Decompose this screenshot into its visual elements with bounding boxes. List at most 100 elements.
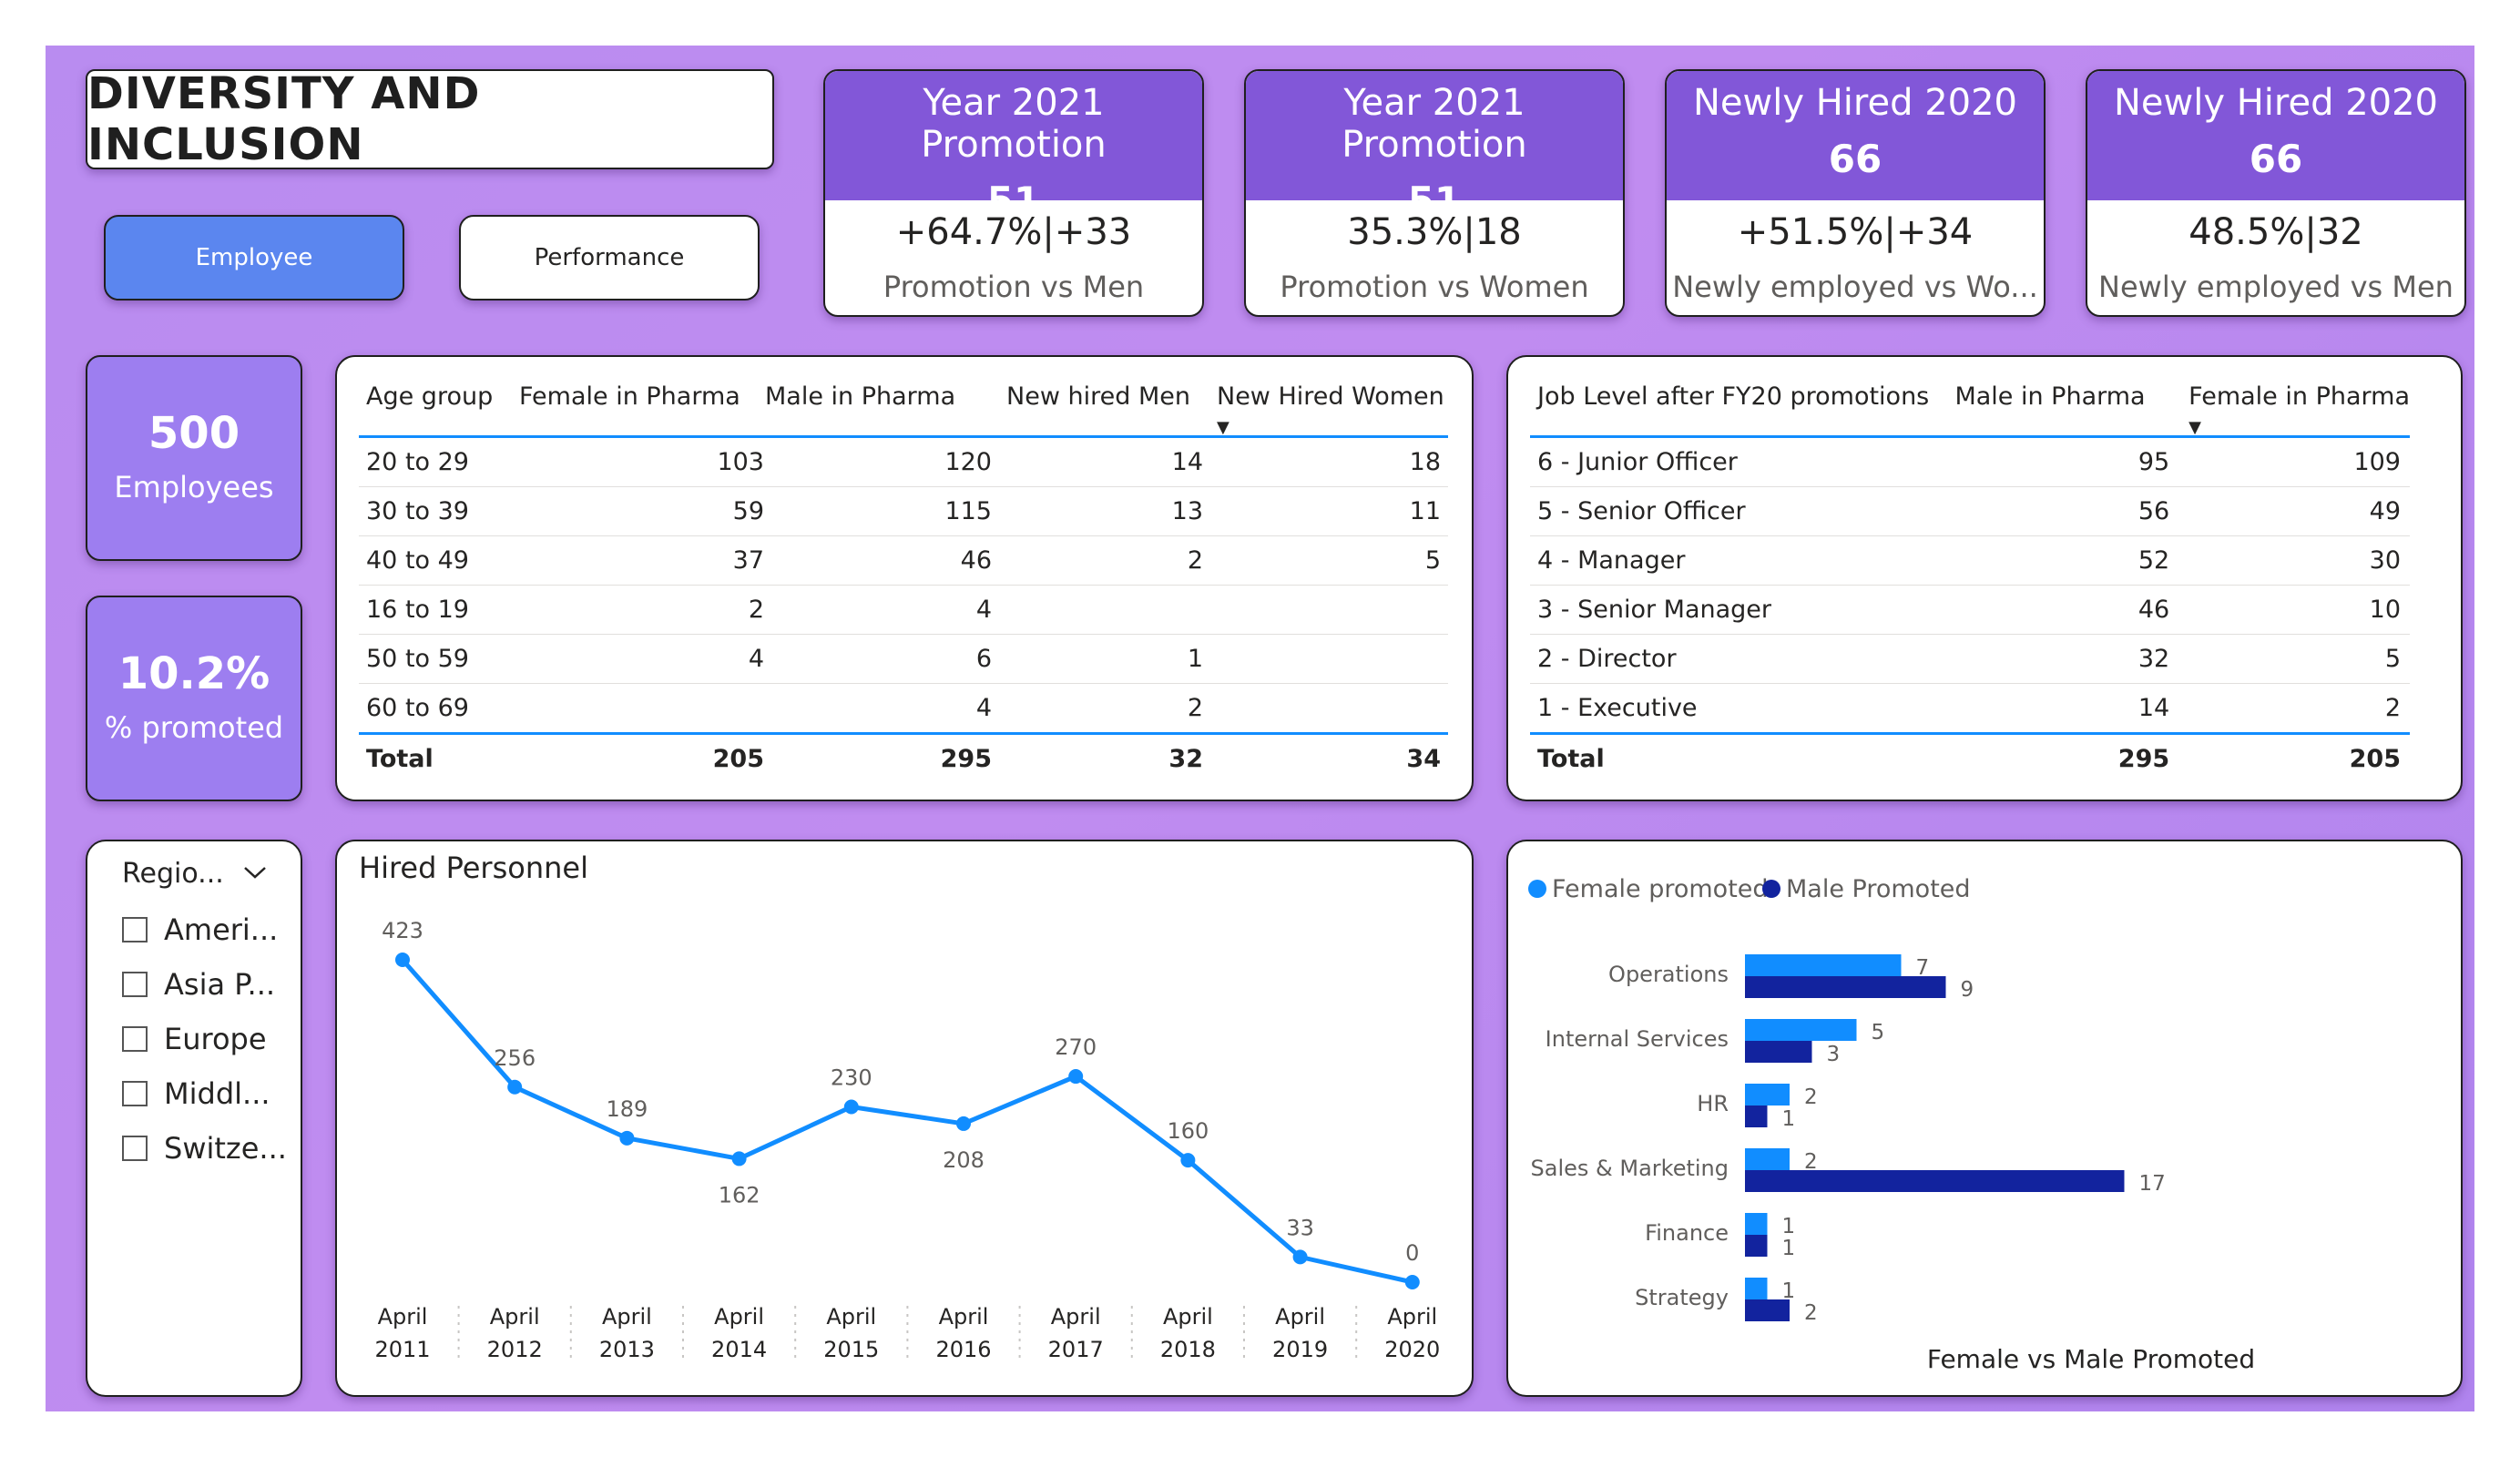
col-header-new-hired-men[interactable]: New hired Men (993, 382, 1204, 438)
legend-label[interactable]: Female promoted (1552, 875, 1769, 903)
table-row: 60 to 69 4 2 (359, 683, 1448, 734)
data-label: 270 (1055, 1034, 1097, 1060)
x-tick-label: April (490, 1304, 540, 1330)
kpi-title: Year 2021 Promotion (1342, 82, 1527, 166)
cell-age-group: 40 to 49 (359, 535, 519, 586)
bar-male[interactable] (1745, 1235, 1768, 1257)
job-level-table: Job Level after FY20 promotions Male in … (1530, 382, 2410, 783)
slicer-item-asia-pacific[interactable]: Asia P... (122, 967, 275, 1002)
col-header-female-in-pharma-label: Female in Pharma (2188, 382, 2410, 411)
col-header-female-in-pharma[interactable]: Female in Pharma (519, 382, 765, 438)
total-label: Total (359, 732, 519, 783)
table-total-row: Total 295 205 (1530, 732, 2410, 783)
slicer-item-switzerland[interactable]: Switze... (122, 1131, 287, 1166)
chevron-down-icon[interactable] (242, 858, 268, 888)
y-tick-label: Operations (1608, 962, 1729, 987)
female-vs-male-chart-card: Female promoted Male Promoted Operations 7 9… (1506, 840, 2463, 1397)
data-point[interactable] (1068, 1069, 1084, 1085)
cell-new-men (993, 585, 1204, 635)
cell-male: 52 (1954, 535, 2171, 586)
col-header-job-level[interactable]: Job Level after FY20 promotions (1530, 382, 1955, 438)
bar-male[interactable] (1745, 976, 1946, 998)
bar-female[interactable] (1745, 1148, 1790, 1170)
cell-female: 59 (519, 486, 765, 536)
table-row: 5 - Senior Officer 56 49 (1530, 486, 2410, 536)
legend-marker (1762, 880, 1780, 898)
bar-female[interactable] (1745, 1019, 1857, 1041)
checkbox[interactable] (122, 1026, 148, 1052)
checkbox[interactable] (122, 917, 148, 942)
cell-new-men: 1 (993, 634, 1204, 684)
data-label: 189 (606, 1096, 648, 1122)
kpi-delta: +51.5%|+34 (1737, 211, 1974, 253)
x-tick-label: April (602, 1304, 652, 1330)
legend-label[interactable]: Male Promoted (1786, 875, 1971, 903)
kpi-card-newly-hired-vs-women: Newly Hired 2020 66 +51.5%|+34 Newly emp… (1665, 69, 2046, 317)
promoted-percent: 10.2% (117, 648, 270, 699)
cell-new-women (1204, 585, 1448, 635)
bar-female[interactable] (1745, 954, 1902, 976)
cell-female: 5 (2170, 634, 2410, 684)
cell-age-group: 50 to 59 (359, 634, 519, 684)
data-label: 1 (1782, 1237, 1796, 1260)
kpi-title: Newly Hired 2020 (1692, 82, 2017, 124)
data-point[interactable] (731, 1151, 747, 1167)
data-label: 17 (2139, 1172, 2166, 1196)
data-point[interactable] (1292, 1249, 1308, 1265)
total-male: 295 (1954, 732, 2171, 783)
checkbox[interactable] (122, 972, 148, 997)
slicer-item-label: Middl... (164, 1076, 270, 1111)
promoted-card: 10.2% % promoted (86, 596, 302, 801)
x-tick-label: April (826, 1304, 876, 1330)
data-label: 1 (1782, 1215, 1796, 1238)
data-point[interactable] (843, 1099, 859, 1115)
cell-male: 115 (765, 486, 993, 536)
col-header-male-in-pharma[interactable]: Male in Pharma (1954, 382, 2171, 438)
cell-job-level: 4 - Manager (1530, 535, 1955, 586)
col-header-age-group[interactable]: Age group (359, 382, 519, 438)
x-tick-label: 2018 (1160, 1337, 1216, 1362)
table-row: 2 - Director 32 5 (1530, 634, 2410, 684)
cell-male: 6 (765, 634, 993, 684)
checkbox[interactable] (122, 1136, 148, 1161)
x-tick-label: April (1051, 1304, 1101, 1330)
col-header-female-in-pharma[interactable]: Female in Pharma ▼ (2170, 382, 2410, 438)
data-point[interactable] (1180, 1153, 1196, 1168)
bar-male[interactable] (1745, 1041, 1812, 1063)
table-row: 4 - Manager 52 30 (1530, 535, 2410, 586)
bar-male[interactable] (1745, 1170, 2125, 1192)
data-label: 3 (1827, 1043, 1841, 1066)
age-group-table: Age group Female in Pharma Male in Pharm… (359, 382, 1448, 783)
cell-male: 14 (1954, 683, 2171, 734)
cell-female: 10 (2170, 585, 2410, 635)
col-header-male-in-pharma[interactable]: Male in Pharma (765, 382, 993, 438)
slicer-item-europe[interactable]: Europe (122, 1022, 267, 1056)
kpi-delta: 48.5%|32 (2188, 211, 2363, 253)
cell-male: 95 (1954, 436, 2171, 487)
x-tick-label: April (1275, 1304, 1325, 1330)
cell-female: 2 (519, 585, 765, 635)
employee-nav-button[interactable]: Employee (104, 215, 404, 301)
col-header-new-hired-women[interactable]: New Hired Women ▼ (1204, 382, 1448, 438)
bar-male[interactable] (1745, 1105, 1768, 1127)
slicer-item-americas[interactable]: Ameri... (122, 912, 278, 947)
checkbox[interactable] (122, 1081, 148, 1106)
cell-female: 2 (2170, 683, 2410, 734)
performance-nav-button[interactable]: Performance (459, 215, 760, 301)
total-new-women: 34 (1204, 732, 1448, 783)
x-tick-label: 2019 (1272, 1337, 1328, 1362)
bar-female[interactable] (1745, 1084, 1790, 1105)
data-point[interactable] (507, 1079, 523, 1095)
bar-female[interactable] (1745, 1213, 1768, 1235)
table-row: 16 to 19 2 4 (359, 585, 1448, 635)
data-point[interactable] (395, 953, 410, 967)
bar-female[interactable] (1745, 1278, 1768, 1299)
data-point[interactable] (1404, 1275, 1420, 1289)
cell-job-level: 1 - Executive (1530, 683, 1955, 734)
slicer-item-middle-east[interactable]: Middl... (122, 1076, 270, 1111)
bar-male[interactable] (1745, 1299, 1790, 1321)
table-row: 1 - Executive 14 2 (1530, 683, 2410, 734)
data-point[interactable] (956, 1116, 971, 1131)
dashboard-title-card: DIVERSITY AND INCLUSION (86, 69, 774, 169)
data-point[interactable] (619, 1130, 635, 1146)
